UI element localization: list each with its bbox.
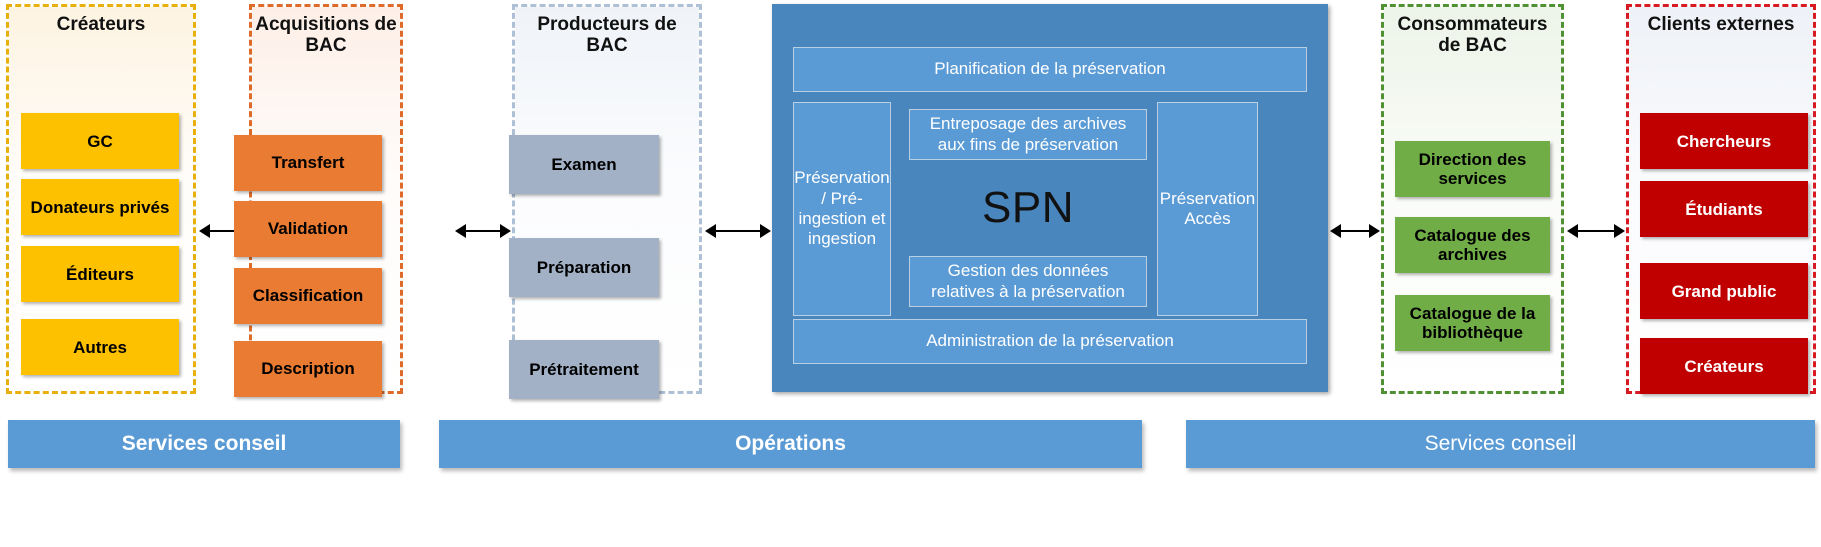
diagram-canvas: Créateurs GC Donateurs privés Éditeurs A…: [0, 0, 1821, 547]
stakeholder-column-createurs: Créateurs GC Donateurs privés Éditeurs A…: [6, 4, 196, 394]
arrow-shaft: [462, 230, 504, 232]
spn-band-preservation-acces[interactable]: Préservation Accès: [1157, 102, 1258, 316]
stakeholder-column-clients-externes: Clients externes Chercheurs Étudiants Gr…: [1626, 4, 1816, 395]
spn-band-entreposage[interactable]: Entreposage des archives aux fins de pré…: [909, 109, 1147, 160]
stakeholder-column-acquisitions: Acquisitions de BAC Transfert Validation…: [234, 4, 403, 397]
chip-catalogue-des-archives[interactable]: Catalogue des archives: [1395, 216, 1550, 273]
banner-operations[interactable]: Opérations: [439, 420, 1142, 468]
arrow-shaft: [712, 230, 764, 232]
spn-panel: Planification de la préservation Préserv…: [772, 4, 1328, 392]
column-background: [252, 7, 400, 391]
chip-editeurs[interactable]: Éditeurs: [21, 246, 179, 303]
arrow-head-right-icon: [1369, 224, 1380, 238]
stakeholder-column-consommateurs: Consommateurs de BAC Direction des servi…: [1381, 4, 1564, 394]
column-background: [515, 7, 699, 391]
column-title-clients-externes: Clients externes: [1647, 14, 1795, 35]
chip-gc[interactable]: GC: [21, 113, 179, 170]
chip-pretraitement[interactable]: Prétraitement: [509, 339, 659, 399]
stakeholder-column-producteurs: Producteurs de BAC Examen Préparation Pr…: [509, 4, 702, 399]
spn-band-planification[interactable]: Planification de la préservation: [793, 47, 1307, 92]
arrow-head-right-icon: [1614, 224, 1625, 238]
arrow-shaft: [1337, 230, 1373, 232]
arrow-spn-consommateurs: [1330, 224, 1380, 238]
chip-classification[interactable]: Classification: [234, 267, 382, 324]
banner-services-conseil-left[interactable]: Services conseil: [8, 420, 400, 468]
column-title-createurs: Créateurs: [56, 14, 146, 35]
chip-catalogue-bibliotheque[interactable]: Catalogue de la bibliothèque: [1395, 294, 1550, 351]
chip-transfert[interactable]: Transfert: [234, 134, 382, 191]
chip-examen[interactable]: Examen: [509, 134, 659, 194]
chip-createurs-externes[interactable]: Créateurs: [1640, 338, 1808, 395]
spn-core-label: SPN: [982, 183, 1074, 232]
chip-direction-des-services[interactable]: Direction des services: [1395, 140, 1550, 197]
arrow-producteurs-spn: [705, 224, 771, 238]
spn-band-preservation-ingestion[interactable]: Préservation / Pré-ingestion et ingestio…: [793, 102, 891, 316]
spn-band-administration[interactable]: Administration de la préservation: [793, 319, 1307, 364]
chip-chercheurs[interactable]: Chercheurs: [1640, 113, 1808, 170]
arrow-acquisitions-producteurs: [455, 224, 511, 238]
chip-autres[interactable]: Autres: [21, 319, 179, 376]
arrow-head-right-icon: [760, 224, 771, 238]
arrow-shaft: [1574, 230, 1618, 232]
arrow-consommateurs-clients: [1567, 224, 1625, 238]
column-title-producteurs: Producteurs de BAC: [537, 14, 677, 57]
banner-services-conseil-right[interactable]: Services conseil: [1186, 420, 1815, 468]
spn-core: SPN: [909, 160, 1147, 256]
chip-preparation[interactable]: Préparation: [509, 237, 659, 297]
chip-validation[interactable]: Validation: [234, 200, 382, 257]
chip-etudiants[interactable]: Étudiants: [1640, 181, 1808, 238]
spn-band-gestion-donnees[interactable]: Gestion des données relatives à la prése…: [909, 256, 1147, 307]
column-title-consommateurs: Consommateurs de BAC: [1397, 14, 1548, 57]
chip-grand-public[interactable]: Grand public: [1640, 263, 1808, 320]
column-title-acquisitions: Acquisitions de BAC: [255, 14, 397, 57]
chip-description[interactable]: Description: [234, 340, 382, 397]
arrow-head-right-icon: [500, 224, 511, 238]
chip-donateurs-prives[interactable]: Donateurs privés: [21, 179, 179, 236]
